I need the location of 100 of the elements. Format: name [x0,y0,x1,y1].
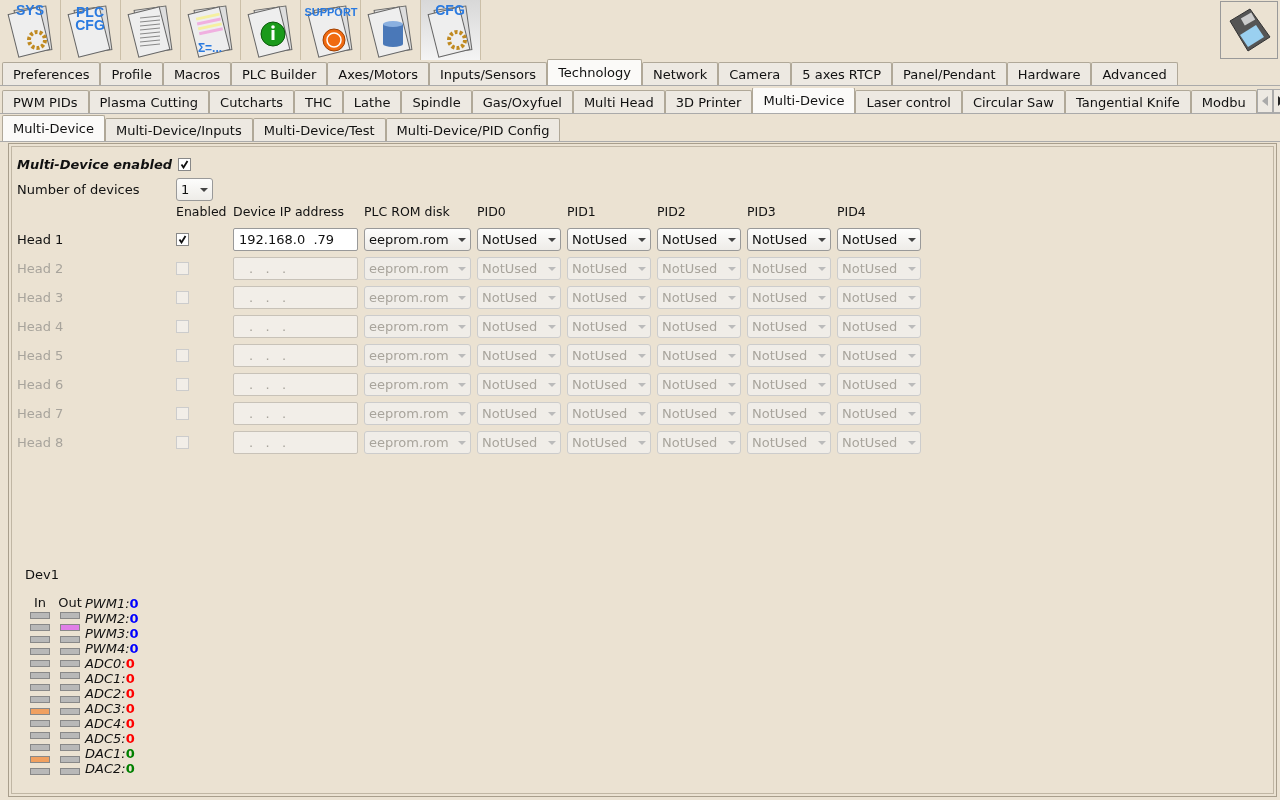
pid-dropdown[interactable]: NotUsed [567,315,651,338]
tab[interactable]: PLC Builder [231,62,328,85]
pid-dropdown[interactable]: NotUsed [747,228,831,251]
checkbox[interactable] [176,436,189,449]
tab[interactable]: Laser control [855,90,962,113]
tab[interactable]: Cutcharts [209,90,295,113]
ip-address-field[interactable]: . . . [233,402,358,425]
pid-dropdown[interactable]: NotUsed [747,431,831,454]
rom-dropdown[interactable]: eeprom.rom [364,286,471,309]
tab[interactable]: Multi-Device/Test [252,118,386,141]
pid-dropdown[interactable]: NotUsed [657,315,741,338]
tab[interactable]: Camera [718,62,792,85]
checkbox[interactable] [176,233,189,246]
tab[interactable]: PWM PIDs [2,90,89,113]
tab[interactable]: Multi-Device [2,115,105,141]
pid-dropdown[interactable]: NotUsed [657,373,741,396]
pid-dropdown[interactable]: NotUsed [837,286,921,309]
save-button[interactable] [1220,1,1278,59]
tab[interactable]: Macros [162,62,231,85]
pid-dropdown[interactable]: NotUsed [567,344,651,367]
pid-dropdown[interactable]: NotUsed [747,286,831,309]
pid-dropdown[interactable]: NotUsed [657,228,741,251]
pid-dropdown[interactable]: NotUsed [477,402,561,425]
checkbox[interactable] [176,407,189,420]
pid-dropdown[interactable]: NotUsed [747,257,831,280]
rom-dropdown[interactable]: eeprom.rom [364,373,471,396]
tab[interactable]: Advanced [1091,62,1178,85]
pid-dropdown[interactable]: NotUsed [747,344,831,367]
tab[interactable]: Multi-Device [752,88,856,113]
pid-dropdown[interactable]: NotUsed [747,402,831,425]
checkbox[interactable] [176,349,189,362]
pid-dropdown[interactable]: NotUsed [477,257,561,280]
checkbox[interactable] [176,262,189,275]
checkbox[interactable] [176,291,189,304]
tab[interactable]: 5 axes RTCP [791,62,893,85]
ip-address-field[interactable]: . . . [233,315,358,338]
pid-dropdown[interactable]: NotUsed [837,315,921,338]
rom-dropdown[interactable]: eeprom.rom [364,257,471,280]
tab[interactable]: 3D Printer [664,90,753,113]
tab[interactable]: Panel/Pendant [892,62,1007,85]
pid-dropdown[interactable]: NotUsed [837,402,921,425]
ip-address-field[interactable]: 192.168.0 .79 [233,228,358,251]
tab[interactable]: Gas/Oxyfuel [471,90,573,113]
ip-address-field[interactable]: . . . [233,286,358,309]
ip-address-field[interactable]: . . . [233,257,358,280]
ip-address-field[interactable]: . . . [233,431,358,454]
pid-dropdown[interactable]: NotUsed [567,257,651,280]
pid-dropdown[interactable]: NotUsed [837,431,921,454]
tab[interactable]: Technology [547,59,642,85]
signal-label: PWM4: [85,641,130,656]
pid-dropdown[interactable]: NotUsed [477,286,561,309]
pid-dropdown[interactable]: NotUsed [657,257,741,280]
pid-dropdown[interactable]: NotUsed [567,431,651,454]
tab[interactable]: Tangential Knife [1064,90,1191,113]
tab[interactable]: Multi Head [572,90,665,113]
toolbar-button[interactable]: CFG [421,0,481,60]
rom-dropdown[interactable]: eeprom.rom [364,344,471,367]
pid-dropdown[interactable]: NotUsed [477,228,561,251]
checkbox[interactable] [178,158,192,171]
tab[interactable]: Hardware [1006,62,1092,85]
pid-dropdown[interactable]: NotUsed [837,257,921,280]
pid-dropdown[interactable]: NotUsed [837,344,921,367]
pid-dropdown[interactable]: NotUsed [567,286,651,309]
checkbox[interactable] [176,378,189,391]
rom-dropdown[interactable]: eeprom.rom [364,228,471,251]
rom-dropdown[interactable]: eeprom.rom [364,402,471,425]
tab[interactable]: Circular Saw [961,90,1065,113]
ip-address-field[interactable]: . . . [233,373,358,396]
rom-dropdown[interactable]: eeprom.rom [364,431,471,454]
tab[interactable]: Lathe [342,90,402,113]
rom-dropdown[interactable]: eeprom.rom [364,315,471,338]
device-count-dropdown[interactable]: 1 [176,178,213,201]
pid-dropdown[interactable]: NotUsed [567,373,651,396]
pid-dropdown[interactable]: NotUsed [477,315,561,338]
tab[interactable]: Modbu [1190,90,1257,113]
pid-dropdown[interactable]: NotUsed [837,373,921,396]
tab[interactable]: Multi-Device/Inputs [104,118,253,141]
pid-dropdown[interactable]: NotUsed [747,373,831,396]
tab[interactable]: Axes/Motors [327,62,429,85]
checkbox[interactable] [176,320,189,333]
tab[interactable]: Profile [100,62,163,85]
pid-dropdown[interactable]: NotUsed [657,402,741,425]
pid-dropdown[interactable]: NotUsed [567,402,651,425]
tab[interactable]: Network [641,62,719,85]
ip-address-field[interactable]: . . . [233,344,358,367]
pid-dropdown[interactable]: NotUsed [657,344,741,367]
pid-dropdown[interactable]: NotUsed [837,228,921,251]
pid-dropdown[interactable]: NotUsed [477,373,561,396]
tab[interactable]: Spindle [401,90,472,113]
pid-dropdown[interactable]: NotUsed [477,431,561,454]
pid-dropdown[interactable]: NotUsed [477,344,561,367]
pid-dropdown[interactable]: NotUsed [657,431,741,454]
tab[interactable]: Preferences [2,62,101,85]
tab[interactable]: Inputs/Sensors [429,62,548,85]
tab[interactable]: Plasma Cutting [88,90,210,113]
pid-dropdown[interactable]: NotUsed [657,286,741,309]
pid-dropdown[interactable]: NotUsed [567,228,651,251]
tab[interactable]: Multi-Device/PID Config [385,118,561,141]
tab[interactable]: THC [294,90,343,113]
pid-dropdown[interactable]: NotUsed [747,315,831,338]
